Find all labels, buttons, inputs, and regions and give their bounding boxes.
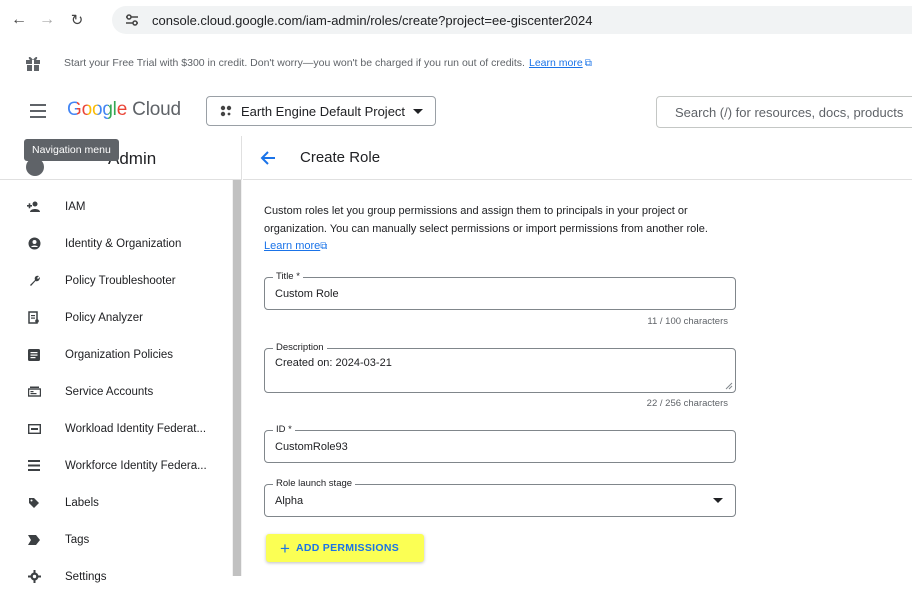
tag-icon (27, 533, 41, 547)
label-icon (27, 496, 41, 510)
sidebar-item-service-accounts[interactable]: Service Accounts (0, 373, 232, 410)
id-field-label: ID * (273, 424, 295, 435)
sidebar-item-label: Settings (65, 570, 107, 583)
wrench-icon (27, 274, 41, 288)
sidebar-item-label: Tags (65, 533, 90, 546)
sidebar-item-policy-analyzer[interactable]: Policy Analyzer (0, 299, 232, 336)
role-launch-stage-select[interactable]: Role launch stage Alpha (264, 478, 736, 517)
add-permissions-label: ADD PERMISSIONS (295, 542, 400, 554)
description-field-value[interactable]: Created on: 2024-03-21 (275, 357, 392, 369)
search-bar[interactable] (656, 96, 912, 128)
navigation-menu-icon[interactable] (30, 104, 46, 118)
search-input[interactable] (675, 104, 912, 120)
id-field-value[interactable]: CustomRole93 (275, 441, 348, 453)
sidebar-item-label: IAM (65, 200, 86, 213)
external-link-icon: ⧉ (320, 241, 328, 252)
list-icon (27, 459, 41, 473)
sidebar-item-label: Workforce Identity Federa... (65, 459, 207, 472)
document-search-icon (27, 311, 41, 325)
sidebar-item-label: Organization Policies (65, 348, 174, 361)
plus-icon: + (280, 538, 290, 558)
description-char-counter: 22 / 256 characters (646, 398, 728, 409)
gear-icon (27, 570, 41, 584)
title-char-counter: 11 / 100 characters (647, 316, 728, 327)
browser-toolbar: ← → ↻ console.cloud.google.com/iam-admin… (0, 0, 912, 40)
url-text: console.cloud.google.com/iam-admin/roles… (152, 12, 593, 28)
service-account-icon (27, 385, 41, 399)
page-title: Create Role (300, 149, 381, 166)
forward-arrow-icon[interactable]: → (36, 9, 58, 31)
logo-google: Google (67, 99, 128, 120)
sidebar-item-label: Identity & Organization (65, 237, 182, 250)
project-selector[interactable]: Earth Engine Default Project (206, 96, 436, 126)
sidebar-item-settings[interactable]: Settings (0, 558, 232, 595)
list-document-icon (27, 348, 41, 362)
sidebar-item-iam[interactable]: IAM (0, 188, 232, 225)
intro-paragraph: Custom roles let you group permissions a… (264, 205, 708, 235)
sidebar-item-identity-organization[interactable]: Identity & Organization (0, 225, 232, 262)
title-field-value[interactable]: Custom Role (275, 288, 339, 300)
sidebar-item-policy-troubleshooter[interactable]: Policy Troubleshooter (0, 262, 232, 299)
back-arrow-icon[interactable]: ← (8, 9, 30, 31)
free-trial-banner: Start your Free Trial with $300 in credi… (0, 48, 912, 78)
launch-stage-label: Role launch stage (273, 478, 356, 489)
sidebar-scrollbar[interactable] (232, 180, 242, 576)
title-field[interactable]: Title * Custom Role (264, 271, 736, 310)
chevron-down-icon (713, 498, 723, 503)
sidebar-item-label: Workload Identity Federat... (65, 422, 207, 435)
external-link-icon: ⧉ (584, 57, 592, 69)
chevron-down-icon (413, 108, 424, 114)
sidebar-item-labels[interactable]: Labels (0, 484, 232, 521)
sidebar-item-label: Policy Analyzer (65, 311, 143, 324)
intro-learn-more-link[interactable]: Learn more (264, 240, 320, 252)
page-header: Create Role (243, 136, 912, 180)
add-permissions-button[interactable]: + ADD PERMISSIONS (266, 534, 424, 562)
sidebar-item-label: Labels (65, 496, 99, 509)
account-circle-icon (27, 237, 41, 251)
scrollbar-thumb[interactable] (233, 180, 241, 576)
sidebar-item-label: Policy Troubleshooter (65, 274, 176, 287)
title-field-label: Title * (273, 271, 303, 282)
person-add-icon (27, 200, 41, 214)
launch-stage-value: Alpha (275, 495, 304, 507)
console-header: Google Cloud Earth Engine Default Projec… (0, 86, 912, 136)
sidebar-item-workload-identity-federation[interactable]: Workload Identity Federat... (0, 410, 232, 447)
sidebar-item-label: Service Accounts (65, 385, 154, 398)
reload-icon[interactable]: ↻ (66, 9, 88, 31)
description-field[interactable]: Description Created on: 2024-03-21 (264, 342, 736, 393)
logo-cloud: Cloud (132, 99, 181, 120)
site-settings-icon[interactable] (122, 10, 142, 30)
banner-learn-more-link[interactable]: Learn more (529, 57, 583, 69)
sidebar-item-tags[interactable]: Tags (0, 521, 232, 558)
intro-text: Custom roles let you group permissions a… (264, 203, 734, 256)
gift-icon (26, 56, 40, 71)
sidebar: Admin IAM Identity & Organization Policy… (0, 136, 242, 583)
address-bar[interactable]: console.cloud.google.com/iam-admin/roles… (112, 6, 912, 34)
sidebar-nav: IAM Identity & Organization Policy Troub… (0, 188, 232, 595)
sidebar-item-organization-policies[interactable]: Organization Policies (0, 336, 232, 373)
sidebar-item-workforce-identity-federation[interactable]: Workforce Identity Federa... (0, 447, 232, 484)
description-field-label: Description (273, 342, 327, 353)
id-card-icon (27, 422, 41, 436)
banner-text: Start your Free Trial with $300 in credi… (64, 57, 525, 69)
project-name: Earth Engine Default Project (241, 103, 406, 119)
back-arrow-icon[interactable] (259, 148, 279, 168)
google-cloud-logo[interactable]: Google Cloud (67, 99, 181, 121)
id-field[interactable]: ID * CustomRole93 (264, 424, 736, 463)
navigation-menu-tooltip: Navigation menu (24, 139, 119, 161)
resize-handle-icon[interactable] (725, 382, 733, 390)
project-dots-icon (220, 105, 232, 117)
